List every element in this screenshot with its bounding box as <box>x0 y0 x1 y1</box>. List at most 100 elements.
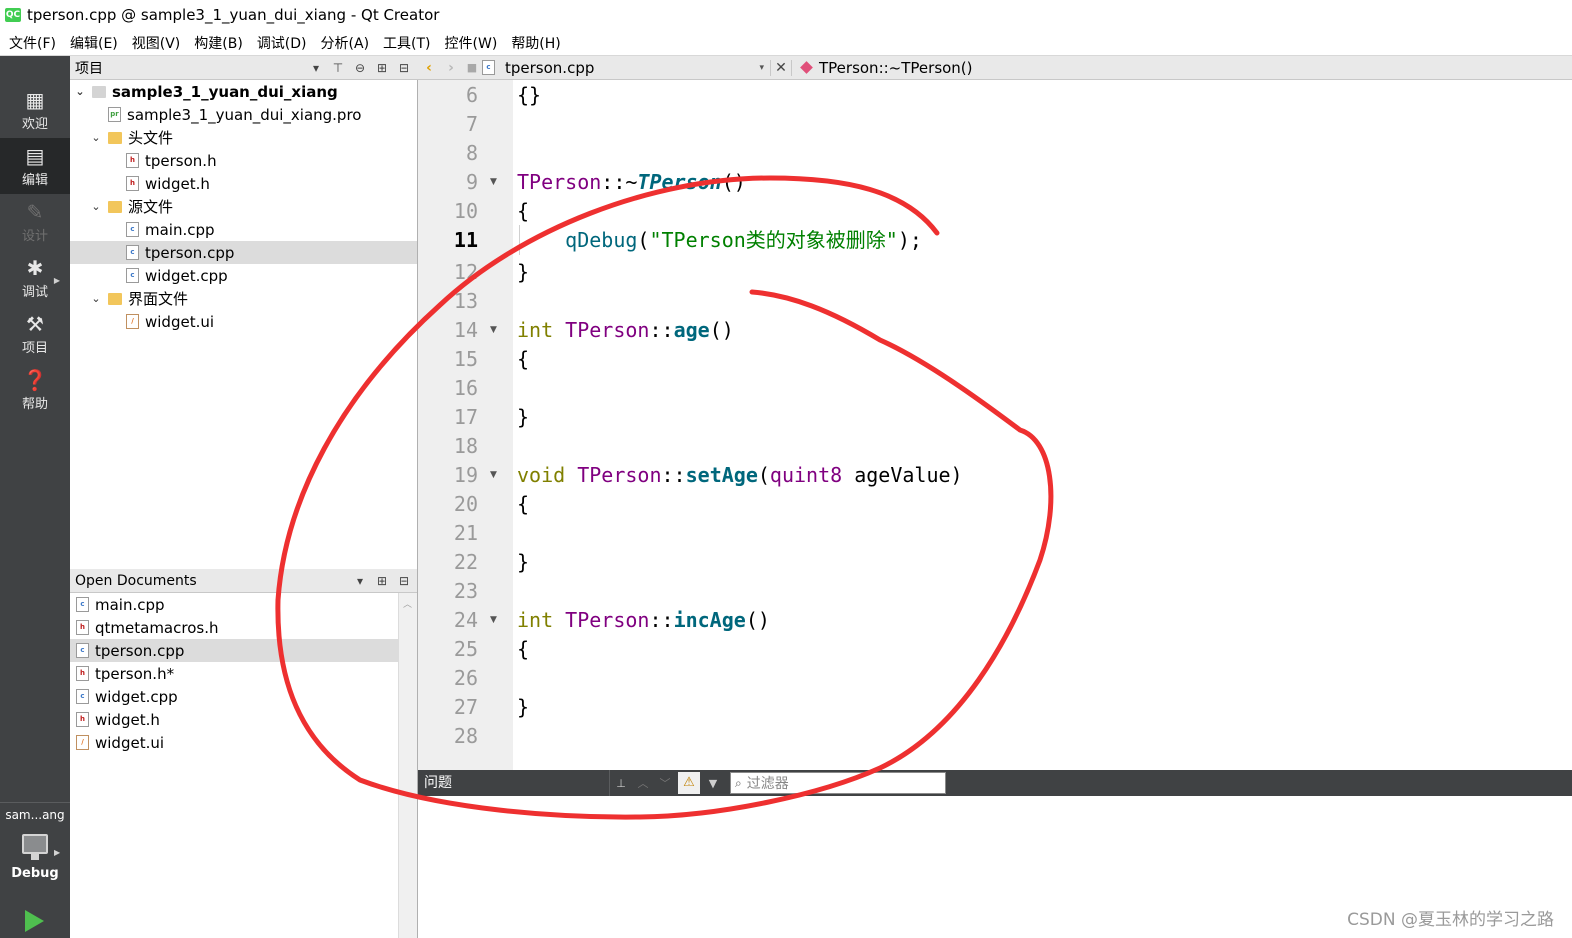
open-documents-header: Open Documents ▾ ⊞ ⊟ <box>70 569 418 593</box>
menu-debug[interactable]: 调试(D) <box>250 33 314 53</box>
list-item[interactable]: / widget.ui <box>70 731 398 754</box>
issues-title[interactable]: 问题 <box>418 770 610 796</box>
issues-filter-input[interactable]: ⌕ 过滤器 <box>730 772 946 794</box>
keyword: int <box>517 318 554 342</box>
code-text: } <box>517 260 530 284</box>
menu-edit[interactable]: 编辑(E) <box>63 33 125 53</box>
code-text: {} <box>517 83 542 107</box>
split-icon[interactable]: ⊞ <box>372 61 392 75</box>
split-icon[interactable]: ⊞ <box>372 574 392 588</box>
build-config[interactable]: Debug <box>0 866 70 881</box>
doc-label: widget.ui <box>95 733 165 752</box>
menu-file[interactable]: 文件(F) <box>2 33 63 53</box>
pen-icon: ✎ <box>26 199 44 224</box>
monitor-icon[interactable] <box>22 834 48 854</box>
menu-view[interactable]: 视图(V) <box>125 33 188 53</box>
close-panel-icon[interactable]: ⊟ <box>394 574 414 588</box>
filter-icon[interactable]: ▼ <box>702 777 724 790</box>
tree-item-project[interactable]: ⌄ sample3_1_yuan_dui_xiang <box>70 80 418 103</box>
editor-toolbar: ‹ › ■ c tperson.cpp ▾ ✕ TPerson::~TPerso… <box>418 56 1572 80</box>
list-item[interactable]: h widget.h <box>70 708 398 731</box>
mode-edit[interactable]: ▤ 编辑 <box>0 138 70 194</box>
tree-item-widget-ui[interactable]: / widget.ui <box>70 310 418 333</box>
code-line: } <box>517 548 529 577</box>
tree-item-tperson-cpp[interactable]: c tperson.cpp <box>70 241 418 264</box>
folder-icon <box>108 200 122 213</box>
mode-help[interactable]: ❓ 帮助 <box>0 362 70 418</box>
fold-marker-icon[interactable]: ▼ <box>490 606 502 635</box>
filter-icon[interactable]: ⊤ <box>328 61 348 75</box>
doc-label: widget.cpp <box>95 687 178 706</box>
chevron-down-icon[interactable]: ▾ <box>350 574 370 588</box>
tree-item-widget-cpp[interactable]: c widget.cpp <box>70 264 418 287</box>
list-item[interactable]: c main.cpp <box>70 593 398 616</box>
mode-label: 帮助 <box>21 396 48 412</box>
project-panel-title[interactable]: 项目 <box>70 58 306 78</box>
close-panel-icon[interactable]: ⊟ <box>394 61 414 75</box>
tree-item-tperson-h[interactable]: h tperson.h <box>70 149 418 172</box>
clear-issues-icon[interactable]: ⊥ <box>610 777 632 790</box>
run-button[interactable] <box>25 910 44 932</box>
list-item[interactable]: h tperson.h* <box>70 662 398 685</box>
close-document-button[interactable]: ✕ <box>770 59 792 76</box>
code-line: } <box>517 693 529 722</box>
fold-marker-icon[interactable]: ▼ <box>490 316 502 345</box>
tree-item-pro[interactable]: pr sample3_1_yuan_dui_xiang.pro <box>70 103 418 126</box>
file-selector[interactable]: c tperson.cpp ▾ <box>482 59 770 77</box>
chevron-down-icon[interactable]: ⌄ <box>88 131 104 144</box>
list-item[interactable]: c tperson.cpp <box>70 639 398 662</box>
qt-creator-logo-icon: QC <box>5 8 21 22</box>
forward-arrow-icon[interactable]: › <box>440 60 462 76</box>
chevron-down-icon[interactable]: ⌄ <box>72 85 88 98</box>
code-text: :: <box>649 318 674 342</box>
chevron-up-icon[interactable]: ︿ <box>632 775 654 791</box>
list-item[interactable]: c widget.cpp <box>70 685 398 708</box>
list-item[interactable]: h qtmetamacros.h <box>70 616 398 639</box>
mode-welcome[interactable]: ▦ 欢迎 <box>0 82 70 138</box>
tree-label: sample3_1_yuan_dui_xiang.pro <box>127 105 362 124</box>
doc-label: main.cpp <box>95 595 165 614</box>
fold-marker-icon[interactable]: ▼ <box>490 461 502 490</box>
chevron-down-icon[interactable]: ⌄ <box>88 200 104 213</box>
line-number: 13 <box>453 289 478 313</box>
code-line: int TPerson::age() <box>517 316 734 345</box>
chevron-up-icon[interactable]: ︿ <box>403 597 412 610</box>
title-bar: QC tperson.cpp @ sample3_1_yuan_dui_xian… <box>0 0 1572 30</box>
line-number: 27 <box>453 695 478 719</box>
menu-build[interactable]: 构建(B) <box>187 33 250 53</box>
menu-tools[interactable]: 工具(T) <box>376 33 437 53</box>
line-number: 14 <box>453 318 478 342</box>
search-icon: ⌕ <box>735 775 742 790</box>
open-documents-title[interactable]: Open Documents <box>70 573 350 589</box>
link-icon[interactable]: ⊖ <box>350 61 370 75</box>
code-line: { <box>517 197 529 226</box>
code-line: qDebug("TPerson类的对象被删除"); <box>517 226 922 255</box>
scrollbar[interactable]: ︿ <box>398 593 418 938</box>
chevron-down-icon[interactable]: ▾ <box>306 61 326 75</box>
fold-marker-icon[interactable]: ▼ <box>490 168 502 197</box>
mode-debug[interactable]: ✱ 调试 ▶ <box>0 250 70 306</box>
tree-item-headers[interactable]: ⌄ 头文件 <box>70 126 418 149</box>
mode-design[interactable]: ✎ 设计 <box>0 194 70 250</box>
chevron-down-icon[interactable]: ﹀ <box>654 775 676 791</box>
menu-help[interactable]: 帮助(H) <box>504 33 567 53</box>
warning-icon[interactable]: ⚠ <box>678 772 700 794</box>
code-text: :: <box>661 463 686 487</box>
code-text: } <box>517 695 530 719</box>
tree-item-sources[interactable]: ⌄ 源文件 <box>70 195 418 218</box>
tree-item-widget-h[interactable]: h widget.h <box>70 172 418 195</box>
back-arrow-icon[interactable]: ‹ <box>418 60 440 76</box>
menu-window[interactable]: 控件(W) <box>438 33 505 53</box>
mode-projects[interactable]: ⚒ 项目 <box>0 306 70 362</box>
class-name: TPerson <box>517 170 602 194</box>
code-line: int TPerson::incAge() <box>517 606 770 635</box>
tree-label: widget.cpp <box>145 266 228 285</box>
tree-item-forms[interactable]: ⌄ 界面文件 <box>70 287 418 310</box>
tree-item-main-cpp[interactable]: c main.cpp <box>70 218 418 241</box>
code-text: { <box>517 199 530 223</box>
code-text: } <box>517 550 530 574</box>
chevron-down-icon[interactable]: ⌄ <box>88 292 104 305</box>
symbol-selector[interactable]: TPerson::~TPerson() <box>792 59 973 77</box>
menu-analyze[interactable]: 分析(A) <box>314 33 377 53</box>
function-name: setAge <box>685 463 758 487</box>
